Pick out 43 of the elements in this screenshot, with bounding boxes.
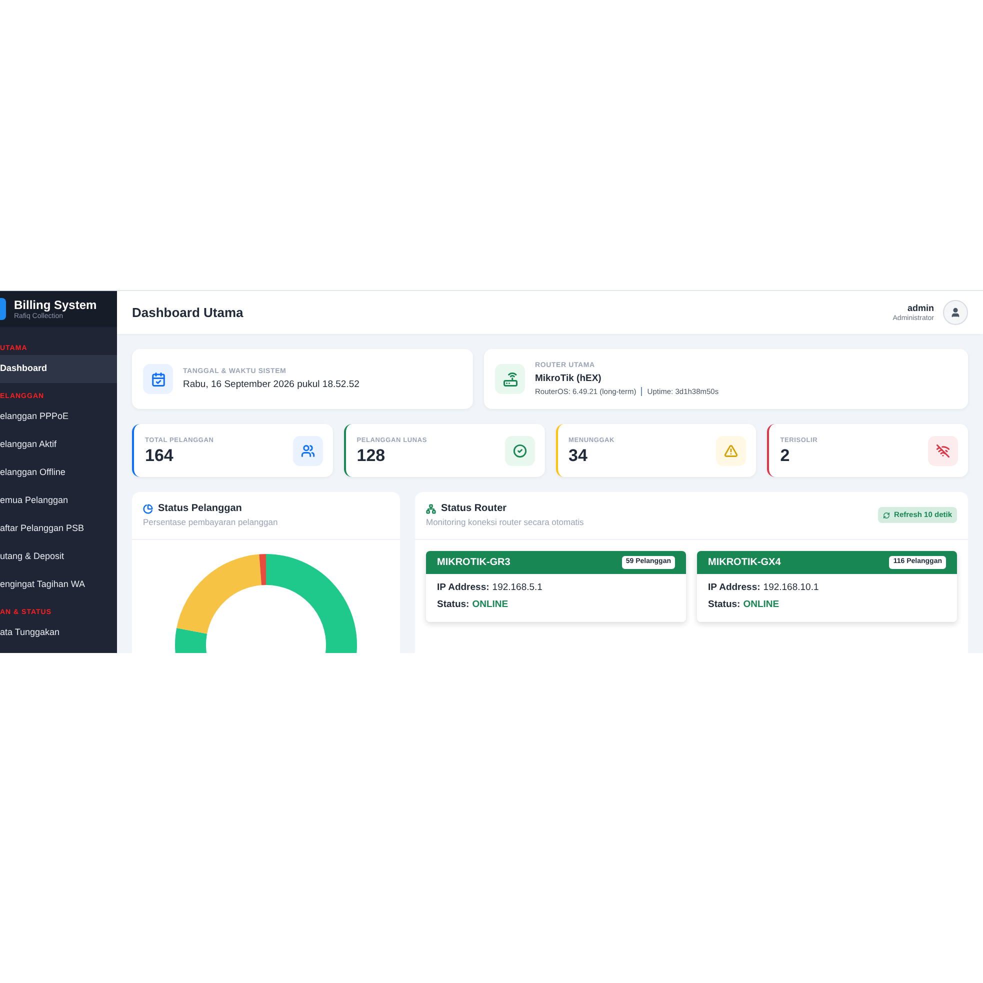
status-label: Status: [437, 598, 470, 612]
nav-item[interactable]: elanggan Offline [0, 459, 117, 487]
users-icon [292, 436, 323, 466]
pie-chart-icon [143, 504, 153, 514]
info-value: Rabu, 16 September 2026 pukul 18.52.52 [183, 378, 360, 392]
stat-value: 164 [145, 446, 174, 466]
refresh-icon [883, 512, 890, 518]
router-name: MIKROTIK-GX4 [708, 556, 781, 570]
card-subtitle: Persentase pembayaran pelanggan [143, 516, 279, 529]
nav-item[interactable]: elanggan Aktif [0, 431, 117, 459]
wifi-off-icon [928, 436, 958, 466]
nav-item[interactable]: emua Pelanggan [0, 487, 117, 515]
calendar-icon [143, 364, 173, 394]
nav-item[interactable]: ata Tunggakan [0, 619, 117, 647]
nav-item[interactable]: engingat Tagihan WA [0, 571, 117, 599]
status-value: ONLINE [743, 598, 780, 612]
user-name: admin [907, 302, 934, 314]
network-icon [426, 504, 436, 514]
router-name: MIKROTIK-GR3 [437, 556, 510, 570]
warning-icon [716, 436, 746, 466]
stat-value: 34 [568, 446, 588, 466]
ip-label: IP Address: [708, 581, 760, 595]
logo-icon [0, 298, 6, 320]
stat-value: 2 [780, 446, 791, 466]
nav-item[interactable]: Dashboard [0, 355, 117, 383]
stat-value: 128 [356, 446, 386, 466]
user-avatar[interactable] [943, 300, 968, 325]
page-title: Dashboard Utama [132, 304, 244, 322]
nav-item[interactable]: aftar Pelanggan PSB [0, 515, 117, 543]
ip-label: IP Address: [437, 581, 490, 595]
nav-item[interactable]: utang & Deposit [0, 543, 117, 571]
user-icon [950, 307, 961, 318]
card-title: Status Router [441, 502, 507, 516]
ip-value: 192.168.10.1 [763, 581, 819, 595]
router-icon [495, 364, 525, 394]
card-subtitle: Monitoring koneksi router secara otomatis [426, 516, 584, 529]
nav-item[interactable]: elanggan PPPoE [0, 403, 117, 431]
info-value: MikroTik (hEX) [535, 372, 602, 386]
ip-value: 192.168.5.1 [492, 581, 542, 595]
status-label: Status: [708, 598, 740, 612]
card-title: Status Pelanggan [158, 502, 242, 516]
status-value: ONLINE [472, 598, 508, 612]
brand-title: Billing System [14, 298, 97, 312]
